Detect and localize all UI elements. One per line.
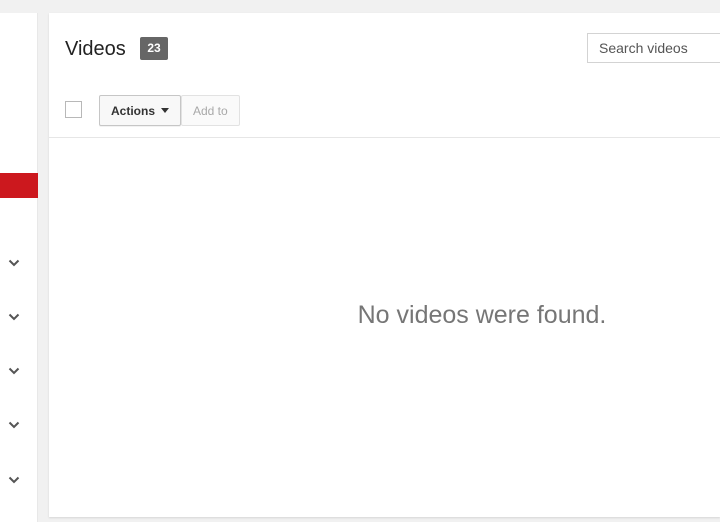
page-title: Videos bbox=[65, 38, 126, 60]
add-to-button-label: Add to bbox=[193, 103, 228, 118]
add-to-button[interactable]: Add to bbox=[181, 95, 240, 126]
actions-button[interactable]: Actions bbox=[99, 95, 182, 126]
sidebar-active-item[interactable] bbox=[0, 173, 38, 198]
empty-state-message: No videos were found. bbox=[357, 301, 607, 329]
chevron-down-icon[interactable] bbox=[7, 473, 21, 487]
caret-down-icon bbox=[161, 108, 170, 113]
actions-button-label: Actions bbox=[111, 103, 156, 118]
select-all-checkbox[interactable] bbox=[65, 101, 82, 118]
sidebar bbox=[0, 13, 38, 522]
video-count-badge: 23 bbox=[140, 37, 168, 60]
videos-panel: Videos 23 Actions Add to No videos were … bbox=[49, 13, 720, 517]
chevron-down-icon[interactable] bbox=[7, 256, 21, 270]
toolbar: Actions Add to bbox=[49, 95, 720, 138]
search-input[interactable] bbox=[587, 33, 720, 63]
chevron-down-icon[interactable] bbox=[7, 310, 21, 324]
chevron-down-icon[interactable] bbox=[7, 418, 21, 432]
chevron-down-icon[interactable] bbox=[7, 364, 21, 378]
